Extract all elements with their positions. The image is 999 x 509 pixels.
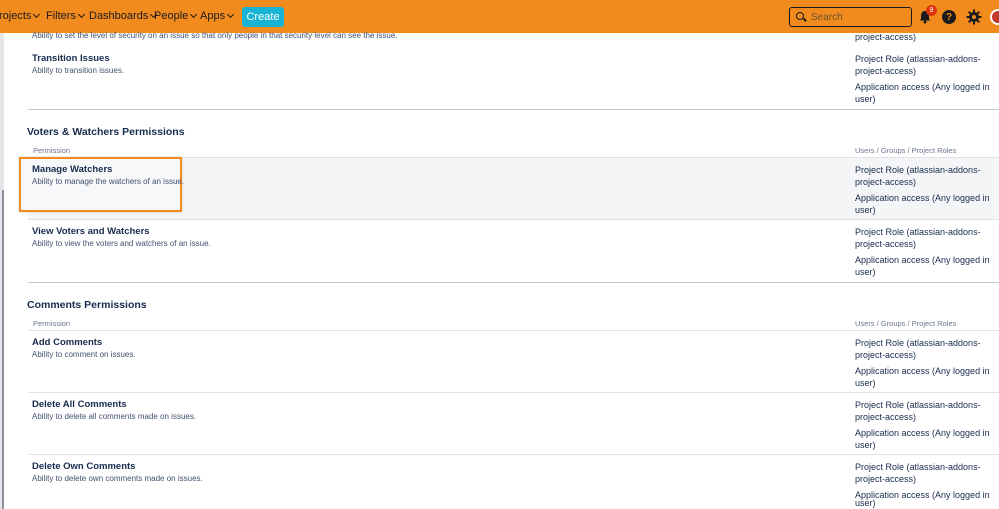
row-divider	[28, 219, 999, 220]
permission-title-view-voters: View Voters and Watchers	[32, 226, 150, 237]
role-entry-project-role-cont: project-access)	[855, 350, 917, 360]
search-icon	[795, 10, 809, 24]
role-entry-project-role-cont: project-access)	[855, 474, 917, 484]
permission-title-manage-watchers: Manage Watchers	[32, 164, 113, 175]
permission-description: Ability to manage the watchers of an iss…	[32, 177, 185, 186]
role-entry-app-access-cont: user)	[855, 94, 876, 104]
role-entry-project-role-cont: project-access)	[855, 66, 917, 76]
permission-description: Ability to delete all comments made on i…	[32, 412, 197, 421]
header-divider	[28, 330, 999, 331]
column-header-permission: Permission	[33, 319, 71, 328]
nav-projects-menu[interactable]: rojects	[0, 10, 41, 22]
chevron-down-icon	[77, 10, 85, 18]
role-entry-project-role: Project Role (atlassian-addons-	[855, 54, 981, 64]
section-heading-comments: Comments Permissions	[27, 299, 147, 311]
row-divider	[28, 454, 999, 455]
role-entry-project-role-cont: project-access)	[855, 177, 917, 187]
create-button[interactable]: Create	[242, 7, 284, 27]
permission-description: Ability to set the level of security on …	[32, 31, 398, 40]
column-header-permission: Permission	[33, 146, 71, 155]
nav-apps-menu[interactable]: Apps	[200, 10, 235, 22]
role-entry-app-access: Application access (Any logged in	[855, 255, 990, 265]
section-divider	[28, 109, 999, 110]
chevron-down-icon	[227, 10, 235, 18]
role-entry-project-role: Project Role (atlassian-addons-	[855, 400, 981, 410]
nav-dashboards-label: Dashboards	[89, 10, 149, 22]
role-entry-app-access: Application access (Any logged in	[855, 366, 990, 376]
nav-filters-label: Filters	[46, 10, 76, 22]
column-header-roles: Users / Groups / Project Roles	[855, 319, 957, 328]
role-entry-app-access-cont: user)	[855, 205, 876, 215]
notification-count-badge: 9	[926, 5, 937, 16]
settings-gear-icon[interactable]	[966, 9, 982, 25]
permission-description: Ability to transition issues.	[32, 66, 125, 75]
scrollbar-track[interactable]	[2, 190, 4, 509]
chevron-down-icon	[190, 10, 198, 18]
role-entry-app-access: Application access (Any logged in	[855, 428, 990, 438]
role-entry-app-access-cont: user)	[855, 440, 876, 450]
permission-description: Ability to view the voters and watchers …	[32, 239, 211, 248]
column-header-roles: Users / Groups / Project Roles	[855, 146, 957, 155]
search-input[interactable]	[811, 11, 907, 23]
role-entry-app-access-cont: user)	[855, 267, 876, 277]
permission-description: Ability to comment on issues.	[32, 350, 136, 359]
role-entry-project-role-cont: project-access)	[855, 239, 917, 249]
role-entry-app-access: Application access (Any logged in	[855, 193, 990, 203]
permission-title-delete-all-comments: Delete All Comments	[32, 399, 127, 410]
nav-people-label: People	[154, 10, 189, 22]
role-entry-project-role: Project Role (atlassian-addons-	[855, 165, 981, 175]
role-entry-app-access-cont: user)	[855, 498, 876, 508]
chevron-down-icon	[33, 10, 41, 18]
section-heading-voters-watchers: Voters & Watchers Permissions	[27, 126, 185, 138]
row-divider	[28, 392, 999, 393]
nav-people-menu[interactable]: People	[154, 10, 198, 22]
nav-filters-menu[interactable]: Filters	[46, 10, 85, 22]
nav-apps-label: Apps	[200, 10, 226, 22]
section-divider	[28, 282, 999, 283]
search-box[interactable]	[789, 7, 912, 27]
role-entry-app-access: Application access (Any logged in	[855, 82, 990, 92]
permission-title-add-comments: Add Comments	[32, 337, 103, 348]
user-avatar[interactable]	[990, 9, 999, 25]
role-entry-project-role: Project Role (atlassian-addons-	[855, 462, 981, 472]
top-navigation-bar: rojects Filters Dashboards People Apps C…	[0, 0, 999, 33]
role-entry-project-role: Project Role (atlassian-addons-	[855, 338, 981, 348]
role-entry-project-role-cont: project-access)	[855, 412, 917, 422]
nav-dashboards-menu[interactable]: Dashboards	[89, 10, 158, 22]
role-entry-app-access-cont: user)	[855, 378, 876, 388]
permission-description: Ability to delete own comments made on i…	[32, 474, 203, 483]
role-entry: project-access)	[855, 32, 917, 42]
permission-title-delete-own-comments: Delete Own Comments	[32, 461, 136, 472]
help-icon[interactable]: ?	[942, 10, 956, 24]
nav-projects-label: rojects	[0, 10, 32, 22]
permission-title: Transition Issues	[32, 53, 110, 64]
role-entry-project-role: Project Role (atlassian-addons-	[855, 227, 981, 237]
